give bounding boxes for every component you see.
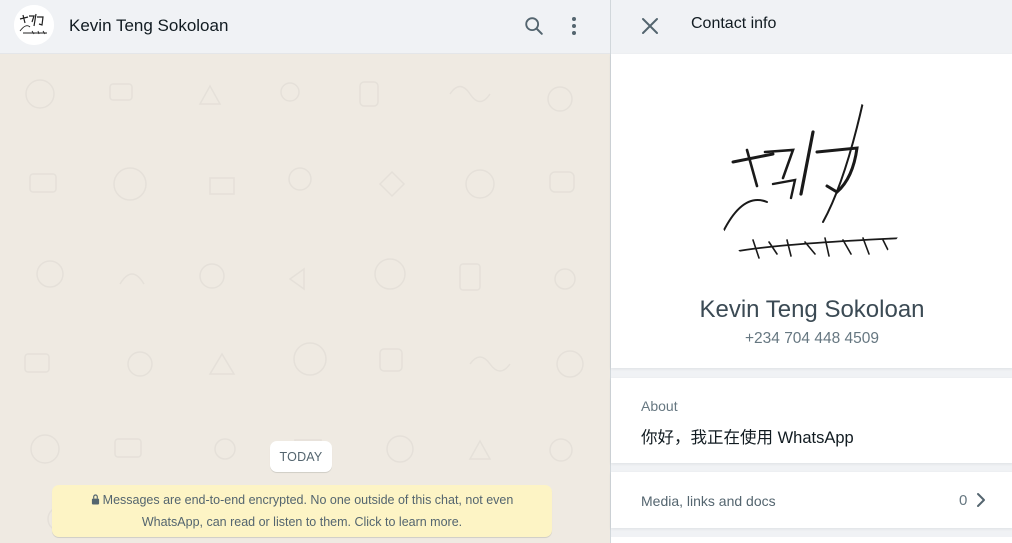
search-icon[interactable] xyxy=(522,14,546,38)
profile-card: Kevin Teng Sokoloan +234 704 448 4509 xyxy=(611,54,1012,368)
about-text: 你好，我正在使用 WhatsApp xyxy=(641,429,854,447)
contact-info-header: Contact info xyxy=(611,0,1012,54)
media-label: Media, links and docs xyxy=(641,493,776,509)
chat-header: Kevin Teng Sokoloan xyxy=(0,0,610,54)
next-section-edge xyxy=(611,537,1012,543)
encryption-notice-text: Messages are end-to-end encrypted. No on… xyxy=(102,493,514,529)
encryption-notice[interactable]: Messages are end-to-end encrypted. No on… xyxy=(52,485,552,537)
media-links-docs-row[interactable]: Media, links and docs 0 xyxy=(611,472,1012,528)
menu-dots-icon[interactable] xyxy=(562,14,586,38)
profile-phone: +234 704 448 4509 xyxy=(744,330,880,347)
profile-photo[interactable] xyxy=(713,92,913,282)
chat-avatar[interactable] xyxy=(14,5,54,45)
signature-profile-image xyxy=(713,92,913,282)
contact-info-title: Contact info xyxy=(691,15,777,32)
media-count: 0 xyxy=(959,492,968,509)
profile-name: Kevin Teng Sokoloan xyxy=(699,296,925,323)
date-divider-today: TODAY xyxy=(270,441,332,472)
chat-pane: Kevin Teng Sokoloan TODAY Messages are e… xyxy=(0,0,610,543)
contact-info-pane: Contact info Kevin Teng Sokoloan +234 70… xyxy=(610,0,1012,543)
close-icon[interactable] xyxy=(638,14,662,38)
signature-avatar-image xyxy=(14,5,54,45)
chat-contact-name[interactable]: Kevin Teng Sokoloan xyxy=(69,16,228,36)
about-label: About xyxy=(641,398,678,414)
chevron-right-icon xyxy=(974,492,988,508)
lock-icon xyxy=(91,491,100,512)
about-section: About 你好，我正在使用 WhatsApp xyxy=(611,378,1012,463)
